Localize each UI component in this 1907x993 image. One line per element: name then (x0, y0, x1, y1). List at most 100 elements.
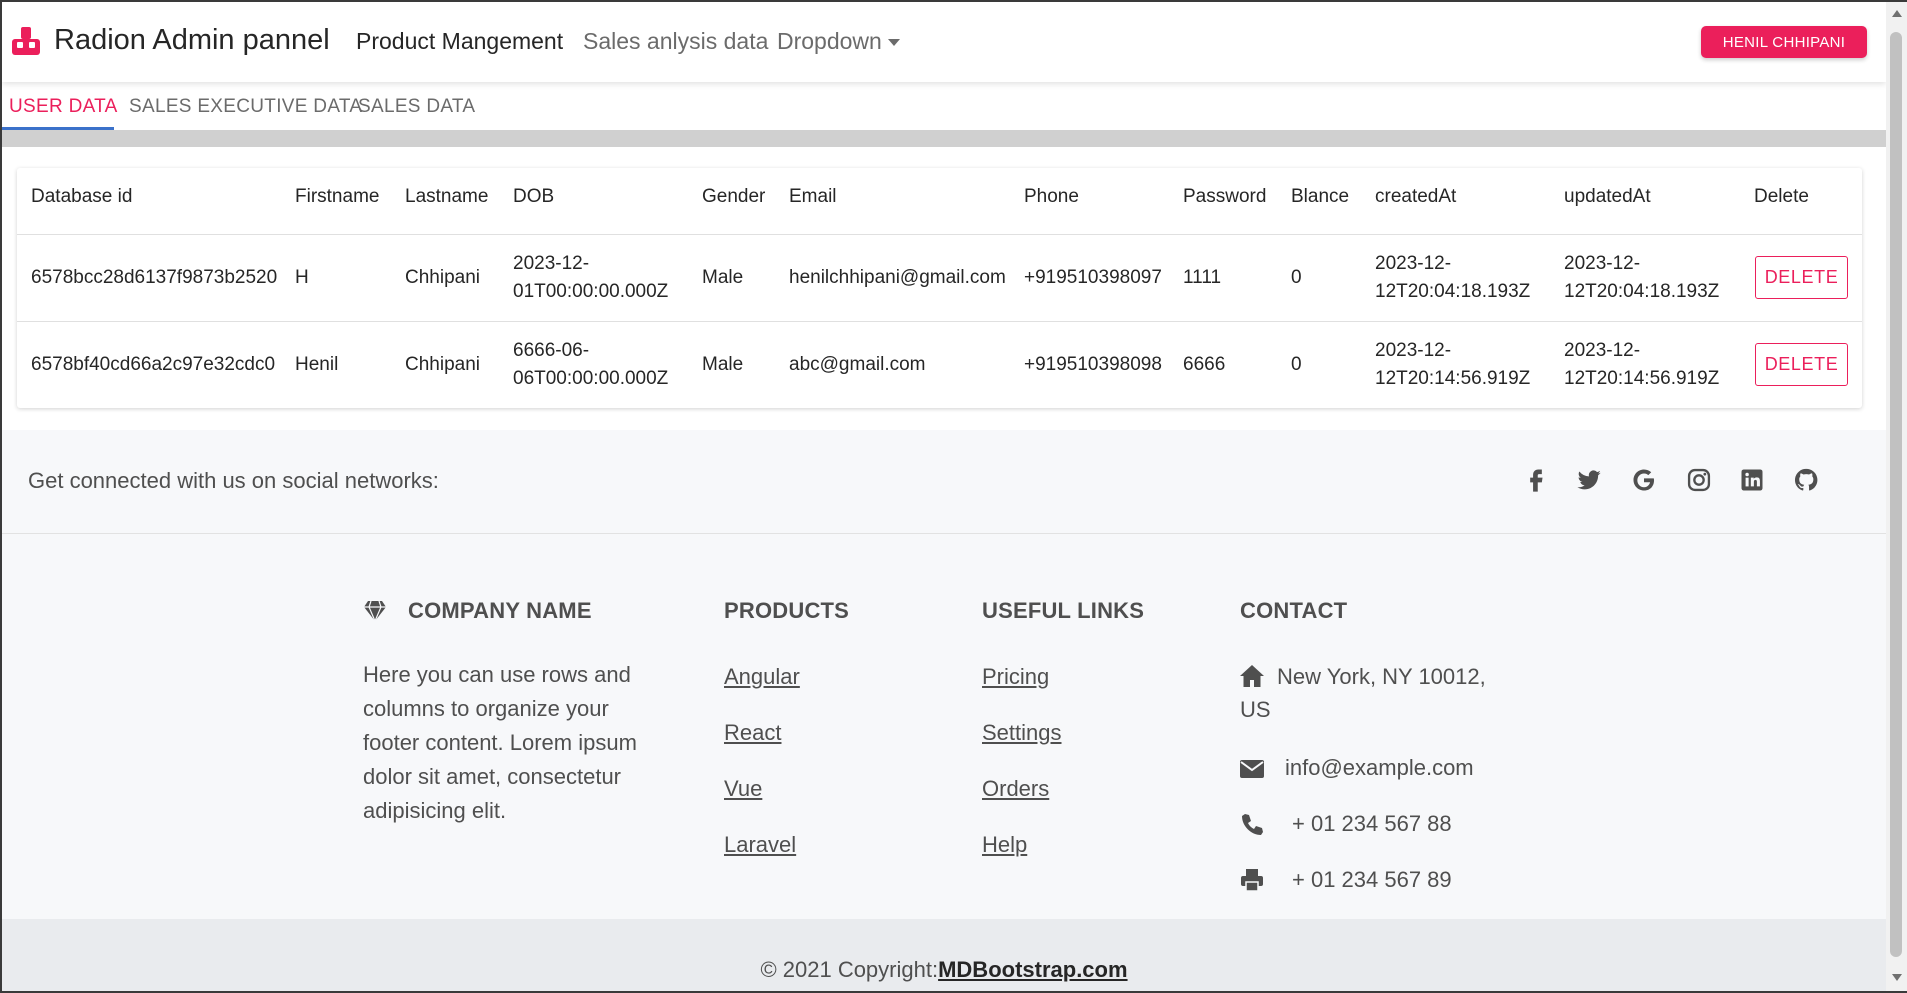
nav-dropdown[interactable]: Dropdown (777, 28, 900, 55)
home-icon (1240, 665, 1264, 687)
column-header: Gender (702, 186, 766, 207)
scroll-up-icon[interactable] (1892, 10, 1902, 17)
divider-bar (2, 130, 1886, 147)
delete-button[interactable]: DELETE (1755, 256, 1848, 299)
vertical-scrollbar[interactable] (1886, 2, 1907, 991)
cell-email: abc@gmail.com (789, 354, 926, 375)
cell-updated: 12T20:14:56.919Z (1564, 368, 1720, 389)
link-angular[interactable]: Angular (724, 664, 800, 690)
twitter-icon[interactable] (1575, 466, 1603, 494)
useful-links-title: USEFUL LINKS (982, 598, 1145, 623)
link-pricing[interactable]: Pricing (982, 664, 1049, 690)
tab-sales-data[interactable]: SALES DATA (358, 96, 475, 118)
column-header: Phone (1024, 186, 1079, 207)
tabs: USER DATA SALES EXECUTIVE DATA SALES DAT… (2, 88, 1886, 130)
footer: COMPANY NAME Here you can use rows and c… (2, 534, 1886, 919)
scrollbar-thumb[interactable] (1890, 32, 1902, 957)
column-header: Delete (1754, 186, 1809, 207)
products-title: PRODUCTS (724, 598, 850, 623)
instagram-icon[interactable] (1685, 466, 1713, 494)
cell-created: 2023-12- (1375, 253, 1452, 274)
copyright-bar: © 2021 Copyright:MDBootstrap.com (2, 919, 1886, 991)
cell-created: 12T20:04:18.193Z (1375, 281, 1531, 302)
linkedin-icon[interactable] (1738, 466, 1766, 494)
cell-id: 6578bcc28d6137f9873b2520 (31, 267, 278, 288)
facebook-icon[interactable] (1522, 466, 1550, 494)
cell-firstname: Henil (295, 354, 339, 375)
gem-icon (364, 600, 386, 622)
copyright: © 2021 Copyright:MDBootstrap.com (2, 957, 1886, 983)
nav-dropdown-label: Dropdown (777, 28, 882, 54)
cell-dob: 06T00:00:00.000Z (513, 368, 669, 389)
printer-icon (1241, 869, 1263, 892)
column-header: Password (1183, 186, 1267, 207)
tab-sales-executive-data[interactable]: SALES EXECUTIVE DATA (129, 96, 362, 118)
cell-phone: +919510398098 (1024, 354, 1162, 375)
contact-title: CONTACT (1240, 598, 1348, 623)
tab-user-data[interactable]: USER DATA (9, 96, 118, 118)
cell-lastname: Chhipani (405, 354, 480, 375)
contact-address-country: US (1240, 697, 1271, 722)
cell-updated: 2023-12- (1564, 340, 1641, 361)
social-text: Get connected with us on social networks… (28, 468, 439, 493)
logo-icon (12, 26, 40, 55)
cell-password: 6666 (1183, 354, 1226, 375)
cell-updated: 2023-12- (1564, 253, 1641, 274)
contact-fax: + 01 234 567 89 (1292, 867, 1452, 892)
column-header: updatedAt (1564, 186, 1651, 207)
contact-phone: + 01 234 567 88 (1292, 811, 1452, 836)
copyright-text: © 2021 Copyright: (760, 957, 939, 982)
caret-down-icon (887, 39, 900, 47)
cell-dob: 6666-06- (513, 340, 590, 361)
contact-address: New York, NY 10012, (1277, 664, 1486, 689)
cell-lastname: Chhipani (405, 267, 480, 288)
page: Radion Admin pannel Product Mangement Sa… (2, 2, 1886, 991)
cell-dob: 2023-12- (513, 253, 590, 274)
link-orders[interactable]: Orders (982, 776, 1049, 802)
nav-product-management[interactable]: Product Mangement (356, 28, 563, 55)
nav-sales-analysis[interactable]: Sales anlysis data (583, 28, 768, 55)
brand-title: Radion Admin pannel (54, 24, 330, 56)
cell-phone: +919510398097 (1024, 267, 1162, 288)
cell-balance: 0 (1291, 267, 1302, 288)
row-divider (17, 321, 1862, 322)
column-header: Email (789, 186, 837, 207)
cell-dob: 01T00:00:00.000Z (513, 281, 669, 302)
link-settings[interactable]: Settings (982, 720, 1062, 746)
social-section: Get connected with us on social networks… (2, 430, 1886, 534)
cell-updated: 12T20:04:18.193Z (1564, 281, 1720, 302)
cell-gender: Male (702, 267, 744, 288)
user-button[interactable]: HENIL CHHIPANI (1701, 26, 1867, 58)
cell-id: 6578bf40cd66a2c97e32cdc0 (31, 354, 276, 375)
cell-created: 12T20:14:56.919Z (1375, 368, 1531, 389)
cell-created: 2023-12- (1375, 340, 1452, 361)
column-header: Firstname (295, 186, 380, 207)
company-description: Here you can use rows and columns to org… (363, 662, 637, 823)
cell-firstname: H (295, 267, 309, 288)
cell-password: 1111 (1183, 267, 1222, 288)
column-header: Database id (31, 186, 133, 207)
delete-button[interactable]: DELETE (1755, 343, 1848, 386)
brand[interactable]: Radion Admin pannel (10, 24, 330, 57)
navbar: Radion Admin pannel Product Mangement Sa… (2, 2, 1886, 82)
scroll-down-icon[interactable] (1892, 974, 1902, 981)
envelope-icon (1240, 760, 1264, 778)
link-help[interactable]: Help (982, 832, 1027, 858)
copyright-link[interactable]: MDBootstrap.com (938, 957, 1127, 982)
cell-balance: 0 (1291, 354, 1302, 375)
column-header: Blance (1291, 186, 1350, 207)
company-name-title: COMPANY NAME (408, 598, 592, 623)
cell-gender: Male (702, 354, 744, 375)
column-header: createdAt (1375, 186, 1457, 207)
phone-icon (1242, 814, 1263, 835)
link-vue[interactable]: Vue (724, 776, 762, 802)
row-divider (17, 234, 1862, 235)
google-icon[interactable] (1630, 466, 1658, 494)
link-laravel[interactable]: Laravel (724, 832, 796, 858)
contact-email: info@example.com (1285, 755, 1474, 780)
column-header: DOB (513, 186, 555, 207)
cell-email: henilchhipani@gmail.com (789, 267, 1006, 288)
github-icon[interactable] (1792, 466, 1820, 494)
link-react[interactable]: React (724, 720, 781, 746)
column-header: Lastname (405, 186, 489, 207)
